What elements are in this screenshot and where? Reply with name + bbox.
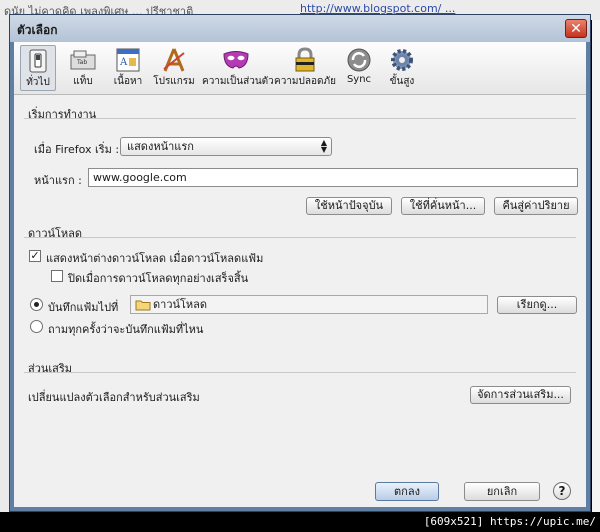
homepage-label: หน้าแรก :: [34, 174, 82, 187]
pane-security[interactable]: ความปลอดภัย: [274, 45, 336, 91]
options-dialog: ตัวเลือก ✕ ทั่วไป Tab แท็บ A เนื้อหา โปร…: [9, 14, 591, 512]
use-current-page-button[interactable]: ใช้หน้าปัจจุบัน: [306, 197, 392, 215]
ask-every-time-label: ถามทุกครั้งว่าจะบันทึกแฟ้มที่ไหน: [48, 323, 204, 336]
pane-tabs[interactable]: Tab แท็บ: [64, 45, 102, 91]
chevron-updown-icon: ▲ ▼: [320, 138, 327, 154]
help-button[interactable]: ?: [553, 482, 571, 500]
restore-default-button[interactable]: คืนสู่ค่าปริยาย: [494, 197, 578, 215]
svg-text:A: A: [119, 57, 128, 68]
section-heading: ส่วนเสริม: [28, 362, 73, 375]
pane-label: แท็บ: [73, 76, 93, 87]
close-when-done-checkbox[interactable]: [51, 270, 63, 282]
close-button[interactable]: ✕: [565, 19, 587, 38]
applications-icon: [163, 48, 185, 72]
background-right-edge: [592, 20, 600, 512]
save-to-label: บันทึกแฟ้มไปที่: [48, 301, 119, 314]
homepage-input[interactable]: www.google.com: [88, 168, 578, 187]
close-when-done-label: ปิดเมื่อการดาวน์โหลดทุกอย่างเสร็จสิ้น: [68, 272, 249, 285]
pane-label: Sync: [346, 74, 372, 85]
section-divider: [24, 372, 576, 373]
pane-sync[interactable]: Sync: [341, 45, 377, 91]
background-left-edge: [0, 20, 9, 512]
pane-label: โปรแกรม: [153, 76, 195, 87]
padlock-icon: [295, 47, 315, 72]
show-downloads-label: แสดงหน้าต่างดาวน์โหลด เมื่อดาวน์โหลดแฟ้ม: [46, 252, 264, 265]
pane-label: ความเป็นส่วนตัว: [202, 76, 274, 87]
section-divider: [24, 237, 576, 238]
pane-toolbar: ทั่วไป Tab แท็บ A เนื้อหา โปรแกรม ความเป…: [14, 42, 586, 95]
input-value: www.google.com: [93, 171, 187, 184]
image-host-badge: [609x521] https://upic.me/: [423, 515, 596, 528]
gear-icon: [391, 49, 413, 71]
folder-icon: [135, 300, 151, 311]
pane-label: ขั้นสูง: [389, 76, 415, 87]
switch-icon: [29, 49, 47, 73]
section-divider: [24, 118, 576, 119]
dialog-title: ตัวเลือก: [17, 23, 58, 37]
downloads-section: ดาวน์โหลด ✓ แสดงหน้าต่างดาวน์โหลด เมื่อด…: [24, 223, 577, 353]
pane-label: เนื้อหา: [113, 76, 143, 87]
radio-dot: [34, 302, 39, 307]
show-downloads-checkbox[interactable]: ✓: [29, 250, 41, 262]
download-folder-field: ดาวน์โหลด: [130, 295, 488, 314]
checkmark-icon: ✓: [30, 249, 40, 262]
save-to-radio[interactable]: [30, 298, 43, 311]
section-heading: ดาวน์โหลด: [28, 227, 83, 240]
pane-privacy[interactable]: ความเป็นส่วนตัว: [202, 45, 274, 91]
pane-general[interactable]: ทั่วไป: [20, 45, 56, 91]
tab-icon: Tab: [70, 50, 96, 70]
sync-icon: [347, 48, 371, 72]
pane-advanced[interactable]: ขั้นสูง: [384, 45, 420, 91]
pane-applications[interactable]: โปรแกรม: [151, 45, 197, 91]
use-bookmark-button[interactable]: ใช้ที่คั่นหน้า...: [401, 197, 485, 215]
pane-content[interactable]: A เนื้อหา: [110, 45, 146, 91]
select-value: แสดงหน้าแรก: [127, 140, 194, 153]
manage-addons-button[interactable]: จัดการส่วนเสริม...: [470, 386, 571, 404]
startup-when-label: เมื่อ Firefox เริ่ม :: [34, 143, 120, 156]
ask-every-time-radio[interactable]: [30, 320, 43, 333]
folder-name: ดาวน์โหลด: [153, 298, 208, 311]
svg-text:Tab: Tab: [76, 59, 87, 66]
content-icon: A: [116, 48, 140, 72]
mask-icon: [223, 51, 249, 69]
addons-description: เปลี่ยนแปลงตัวเลือกสำหรับส่วนเสริม: [28, 391, 200, 404]
addons-section: ส่วนเสริม เปลี่ยนแปลงตัวเลือกสำหรับส่วนเ…: [24, 358, 576, 418]
dialog-body: ทั่วไป Tab แท็บ A เนื้อหา โปรแกรม ความเป…: [14, 42, 586, 507]
startup-section: เริ่มการทำงาน เมื่อ Firefox เริ่ม : แสดง…: [24, 104, 578, 215]
cancel-button[interactable]: ยกเลิก: [464, 482, 540, 501]
ok-button[interactable]: ตกลง: [375, 482, 439, 501]
pane-label: ความปลอดภัย: [274, 76, 336, 87]
title-bar[interactable]: ตัวเลือก ✕: [10, 15, 590, 42]
startup-when-select[interactable]: แสดงหน้าแรก ▲ ▼: [120, 137, 332, 156]
section-heading: เริ่มการทำงาน: [28, 108, 97, 121]
pane-label: ทั่วไป: [26, 77, 50, 88]
browse-button[interactable]: เรียกดู...: [497, 296, 577, 314]
screenshot-footer: [609x521] https://upic.me/: [0, 512, 600, 532]
